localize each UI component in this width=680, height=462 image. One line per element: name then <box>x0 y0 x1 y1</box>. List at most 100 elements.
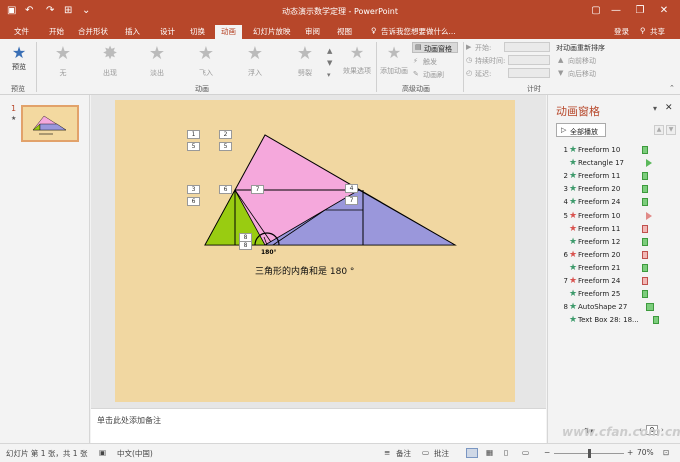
move-earlier-button[interactable]: 向前移动 <box>568 56 596 66</box>
zoom-in-icon[interactable]: + <box>627 448 633 457</box>
animation-item[interactable]: 7★Freeform 24 <box>560 276 621 288</box>
effect-split[interactable]: ★ 劈裂 <box>285 44 325 78</box>
green-left-piece[interactable] <box>204 189 236 246</box>
label-box[interactable]: 6 <box>219 185 232 194</box>
animation-item[interactable]: ★Rectangle 17 <box>560 158 624 170</box>
timing-bar[interactable] <box>646 303 654 312</box>
duration-field[interactable] <box>508 55 550 65</box>
share-icon[interactable]: ⚲ <box>640 26 646 35</box>
tab-home[interactable]: 开始 <box>49 26 64 37</box>
tab-animations[interactable]: 动画 <box>215 25 242 39</box>
play-all-button[interactable]: ▷ 全部播放 <box>556 123 606 137</box>
label-box[interactable]: 6 <box>187 197 200 206</box>
tab-view[interactable]: 视图 <box>337 26 352 37</box>
tab-design[interactable]: 设计 <box>160 26 175 37</box>
animation-item[interactable]: 4★Freeform 24 <box>560 197 621 209</box>
animation-pane-button[interactable]: ▤ 动画窗格 <box>412 42 458 53</box>
animation-item[interactable]: ★Text Box 28: 18... <box>560 315 639 327</box>
animation-painter-button[interactable]: 动画刷 <box>423 70 444 80</box>
delay-field[interactable] <box>508 68 550 78</box>
timing-bar[interactable] <box>642 198 648 207</box>
animation-item[interactable]: ★Freeform 12 <box>560 237 620 249</box>
slide-caption[interactable]: 三角形的内角和是 180 ° <box>255 264 354 277</box>
label-box[interactable]: 1 <box>187 130 200 139</box>
timing-bar[interactable] <box>642 185 648 194</box>
notes-toggle[interactable]: 备注 <box>396 448 411 459</box>
spellcheck-icon[interactable]: ▣ <box>99 448 106 457</box>
tab-transitions[interactable]: 切换 <box>190 26 205 37</box>
animation-item[interactable]: 5★Freeform 10 <box>560 211 621 223</box>
reading-view-icon[interactable]: ▯ <box>504 448 508 457</box>
animation-item[interactable]: 6★Freeform 20 <box>560 250 621 262</box>
timing-triangle-icon[interactable] <box>646 211 652 220</box>
label-box[interactable]: 7 <box>345 196 358 205</box>
tab-slideshow[interactable]: 幻灯片放映 <box>253 26 291 37</box>
animation-item[interactable]: 1★Freeform 10 <box>560 145 621 157</box>
gallery-scroll-down-icon[interactable]: ▼ <box>327 59 332 67</box>
move-up-arrow-icon[interactable]: ▲ <box>654 125 664 135</box>
share-button[interactable]: 共享 <box>650 26 665 37</box>
timing-bar[interactable] <box>642 290 648 299</box>
slideshow-icon[interactable]: ▭ <box>522 448 529 457</box>
label-box[interactable]: 8 <box>239 241 252 250</box>
label-box[interactable]: 4 <box>345 184 358 193</box>
effect-float-in[interactable]: ★ 浮入 <box>235 44 275 78</box>
gallery-more-icon[interactable]: ▾ <box>327 71 331 79</box>
effect-fade[interactable]: ★ 淡出 <box>137 44 177 78</box>
comments-toggle[interactable]: 批注 <box>434 448 449 459</box>
slide-thumbnail[interactable] <box>21 105 79 142</box>
zoom-slider-thumb[interactable] <box>588 449 591 458</box>
tab-review[interactable]: 审阅 <box>305 26 320 37</box>
effect-options-button[interactable]: ★ 效果选项 <box>341 44 373 76</box>
animation-item[interactable]: ★Freeform 25 <box>560 289 620 301</box>
animation-item[interactable]: 3★Freeform 20 <box>560 184 621 196</box>
tab-merge-shapes[interactable]: 合并形状 <box>78 26 108 37</box>
move-down-arrow-icon[interactable]: ▼ <box>666 125 676 135</box>
zoom-out-icon[interactable]: − <box>544 448 550 457</box>
timing-bar[interactable] <box>642 277 648 285</box>
close-button[interactable]: ✕ <box>656 3 672 19</box>
label-box[interactable]: 2 <box>219 130 232 139</box>
trigger-button[interactable]: 触发 <box>423 57 437 67</box>
animation-item[interactable]: ★Freeform 11 <box>560 224 620 236</box>
preview-button[interactable]: ★ 预览 <box>8 44 30 72</box>
timing-bar[interactable] <box>642 263 648 272</box>
slide-sorter-icon[interactable]: ▦ <box>486 448 493 457</box>
tab-file[interactable]: 文件 <box>14 26 29 37</box>
timing-bar[interactable] <box>642 250 648 259</box>
login-link[interactable]: 登录 <box>614 26 629 37</box>
effect-appear[interactable]: ✸ 出现 <box>90 44 130 78</box>
timing-triangle-icon[interactable] <box>646 159 652 168</box>
effect-fly-in[interactable]: ★ 飞入 <box>186 44 226 78</box>
move-later-button[interactable]: 向后移动 <box>568 69 596 79</box>
add-animation-button[interactable]: ★ 添加动画 <box>378 44 410 76</box>
gallery-scroll-up-icon[interactable]: ▲ <box>327 47 332 55</box>
notes-pane[interactable]: 单击此处添加备注 <box>91 408 546 443</box>
timing-bar[interactable] <box>653 316 659 325</box>
effect-none[interactable]: ★ 无 <box>43 44 83 78</box>
timing-bar[interactable] <box>642 224 648 233</box>
label-box[interactable]: 3 <box>187 185 200 194</box>
pane-close-icon[interactable]: ✕ <box>665 103 673 113</box>
label-box[interactable]: 7 <box>251 185 264 194</box>
animation-item[interactable]: 8★AutoShape 27 <box>560 302 628 314</box>
timing-bar[interactable] <box>642 146 648 154</box>
pane-options-icon[interactable]: ▾ <box>653 104 657 113</box>
start-dropdown[interactable] <box>504 42 550 52</box>
tab-insert[interactable]: 插入 <box>125 26 140 37</box>
language-status[interactable]: 中文(中国) <box>117 448 153 459</box>
animation-item[interactable]: 2★Freeform 11 <box>560 171 621 183</box>
zoom-level[interactable]: 70% <box>637 448 654 457</box>
animation-item[interactable]: ★Freeform 21 <box>560 263 620 275</box>
timing-bar[interactable] <box>642 237 648 246</box>
label-box[interactable]: 5 <box>187 142 200 151</box>
restore-button[interactable]: ❐ <box>632 3 648 19</box>
minimize-button[interactable]: — <box>608 3 624 19</box>
ribbon-display-options-icon[interactable]: ▢ <box>588 3 604 19</box>
collapse-ribbon-icon[interactable]: ⌃ <box>669 84 675 92</box>
fit-slide-icon[interactable]: ⊡ <box>663 448 669 457</box>
timing-bar[interactable] <box>642 172 648 181</box>
normal-view-icon[interactable] <box>466 448 478 458</box>
tell-me-search[interactable]: 告诉我您想要做什么... <box>381 26 456 37</box>
slide-canvas[interactable]: 180° 1 2 5 5 3 6 6 7 4 7 8 8 三角形的内角和是 18… <box>115 100 515 402</box>
